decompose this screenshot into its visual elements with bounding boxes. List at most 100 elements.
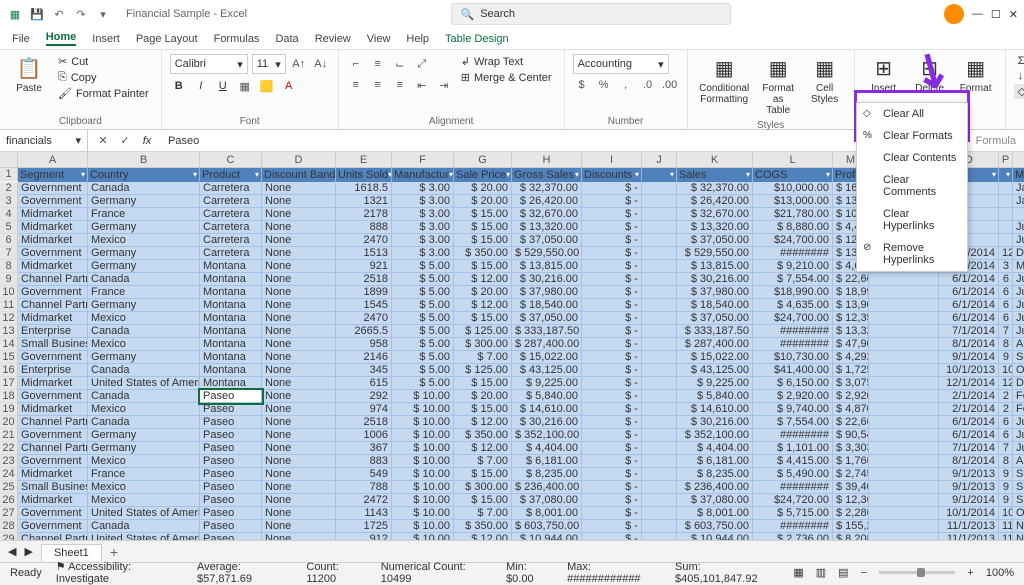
cell[interactable]: Midmarket xyxy=(18,494,88,507)
cell[interactable]: $ 5,840.00 xyxy=(512,390,582,403)
cell[interactable]: $ 9,225.00 xyxy=(677,377,753,390)
cell[interactable]: Channel Partners xyxy=(18,416,88,429)
table-column-header[interactable]: COGS▾ xyxy=(753,168,833,182)
filter-dropdown-icon[interactable]: ▾ xyxy=(826,168,830,182)
cell[interactable]: September xyxy=(1013,468,1024,481)
cell[interactable]: $ 15.00 xyxy=(454,312,512,325)
cell[interactable]: Carretera xyxy=(200,182,262,195)
cell[interactable]: Mexico xyxy=(88,338,200,351)
cell[interactable]: $ 14,610.00 xyxy=(677,403,753,416)
column-header[interactable]: Q xyxy=(1013,152,1024,168)
cell[interactable]: 9/1/2014 xyxy=(939,494,999,507)
row-header[interactable]: 16 xyxy=(0,364,18,377)
search-box[interactable]: 🔍 Search xyxy=(451,3,731,25)
column-header[interactable]: J xyxy=(642,152,677,168)
cell[interactable]: $ 15,022.00 xyxy=(677,351,753,364)
cell[interactable]: None xyxy=(262,377,336,390)
cell[interactable]: None xyxy=(262,520,336,533)
cell[interactable]: 2518 xyxy=(336,273,392,286)
cell[interactable]: Germany xyxy=(88,260,200,273)
cell[interactable]: 958 xyxy=(336,338,392,351)
cell[interactable]: Paseo xyxy=(200,520,262,533)
cell[interactable]: $ 30,216.00 xyxy=(512,416,582,429)
cell[interactable]: $ 287,400.00 xyxy=(677,338,753,351)
view-page-break-icon[interactable]: ▤ xyxy=(838,566,848,579)
cell[interactable]: Canada xyxy=(88,416,200,429)
cell[interactable]: 9/1/2014 xyxy=(939,351,999,364)
cell[interactable]: 6/1/2014 xyxy=(939,273,999,286)
cell[interactable]: June xyxy=(1013,312,1024,325)
delete-cells-button[interactable]: ⊟Delete xyxy=(909,54,951,96)
cell[interactable]: $ 5.00 xyxy=(392,364,454,377)
cell[interactable]: Montana xyxy=(200,273,262,286)
cell[interactable]: 2470 xyxy=(336,234,392,247)
cell[interactable]: $ 37,050.00 xyxy=(512,234,582,247)
row-header[interactable]: 29 xyxy=(0,533,18,540)
cell[interactable]: September xyxy=(1013,481,1024,494)
cell[interactable]: $ 2,920.00 xyxy=(753,390,833,403)
cell[interactable]: 1513 xyxy=(336,247,392,260)
cell[interactable]: $ 10.00 xyxy=(392,468,454,481)
cell[interactable]: $24,700.00 xyxy=(753,234,833,247)
cell[interactable]: 2472 xyxy=(336,494,392,507)
cell[interactable]: Carretera xyxy=(200,234,262,247)
cell[interactable]: None xyxy=(262,247,336,260)
column-header[interactable]: F xyxy=(392,152,454,168)
column-header[interactable]: E xyxy=(336,152,392,168)
cell[interactable]: 11/1/2013 xyxy=(939,533,999,540)
cell[interactable] xyxy=(642,494,677,507)
font-name-combo[interactable]: Calibri▾ xyxy=(170,54,248,74)
cell[interactable]: 2518 xyxy=(336,416,392,429)
cell[interactable]: $ 43,125.00 xyxy=(677,364,753,377)
cell[interactable] xyxy=(1013,208,1024,221)
cell[interactable]: $ 4,415.00 xyxy=(753,455,833,468)
cell[interactable]: 6 xyxy=(999,312,1013,325)
cell[interactable] xyxy=(869,325,939,338)
paste-button[interactable]: 📋 Paste xyxy=(8,54,50,96)
table-column-header[interactable]: Sales▾ xyxy=(677,168,753,182)
cell[interactable]: $24,720.00 xyxy=(753,494,833,507)
cell[interactable]: $ 155,250.00 xyxy=(833,520,869,533)
cell[interactable] xyxy=(999,195,1013,208)
cell[interactable]: $ - xyxy=(582,520,642,533)
increase-font-icon[interactable]: A↑ xyxy=(290,55,308,73)
cell[interactable]: Small Business xyxy=(18,338,88,351)
name-box[interactable]: financials▾ xyxy=(0,130,88,151)
column-header[interactable]: I xyxy=(582,152,642,168)
cell[interactable]: Government xyxy=(18,195,88,208)
cell[interactable]: $ 125.00 xyxy=(454,364,512,377)
cell[interactable]: $ 7,554.00 xyxy=(753,273,833,286)
tab-file[interactable]: File xyxy=(12,33,30,45)
align-middle-icon[interactable]: ≡ xyxy=(369,55,387,73)
cell[interactable]: $ 6,181.00 xyxy=(512,455,582,468)
cell[interactable]: 1321 xyxy=(336,195,392,208)
cell[interactable]: $ 30,216.00 xyxy=(512,273,582,286)
cell[interactable]: $ - xyxy=(582,468,642,481)
cell[interactable]: Canada xyxy=(88,273,200,286)
wrap-text-button[interactable]: ↲Wrap Text xyxy=(457,54,556,69)
cell[interactable]: $ 3.00 xyxy=(392,182,454,195)
cell[interactable] xyxy=(869,390,939,403)
cell[interactable]: June xyxy=(1013,416,1024,429)
cell[interactable]: 10 xyxy=(999,507,1013,520)
filter-dropdown-icon[interactable]: ▾ xyxy=(746,168,750,182)
cell[interactable]: None xyxy=(262,533,336,540)
cell[interactable]: 10/1/2014 xyxy=(939,507,999,520)
cell[interactable]: 6/1/2014 xyxy=(939,299,999,312)
cell[interactable] xyxy=(642,247,677,260)
cell[interactable]: $ 15.00 xyxy=(454,234,512,247)
row-header[interactable]: 7 xyxy=(0,247,18,260)
cell[interactable] xyxy=(642,481,677,494)
cell[interactable]: $ 287,400.00 xyxy=(512,338,582,351)
cell[interactable]: $ 20.00 xyxy=(454,390,512,403)
cell[interactable]: Government xyxy=(18,351,88,364)
cell[interactable]: 8 xyxy=(999,455,1013,468)
cell[interactable]: $ - xyxy=(582,429,642,442)
row-header[interactable]: 3 xyxy=(0,195,18,208)
table-column-header[interactable]: Discounts▾ xyxy=(582,168,642,182)
cell[interactable] xyxy=(999,234,1013,247)
cell[interactable]: Carretera xyxy=(200,221,262,234)
align-right-icon[interactable]: ≡ xyxy=(391,76,409,94)
cell[interactable]: None xyxy=(262,208,336,221)
cell[interactable]: $ 12.00 xyxy=(454,416,512,429)
